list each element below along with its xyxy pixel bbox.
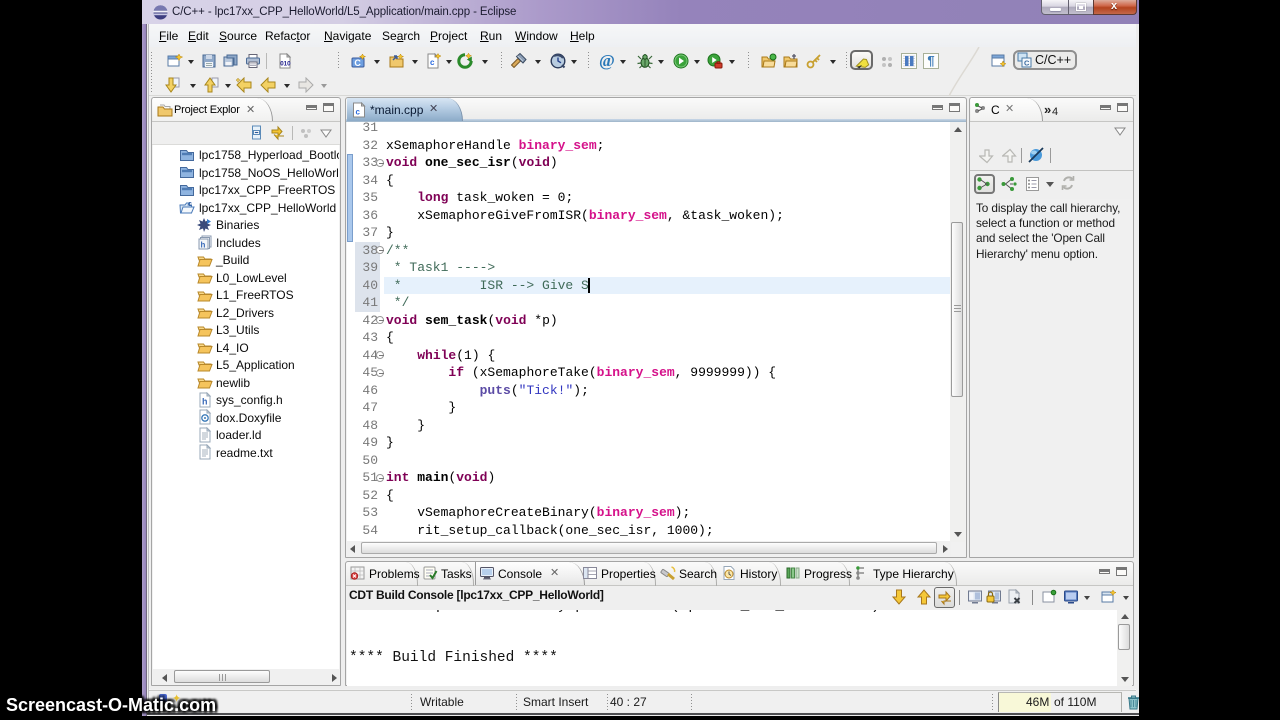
svg-text:c: c	[430, 58, 435, 67]
svg-text:c: c	[356, 108, 361, 117]
svg-text:h: h	[202, 396, 208, 406]
svg-text:C: C	[354, 58, 361, 68]
svg-text:h: h	[201, 241, 206, 250]
svg-text:c: c	[188, 201, 192, 208]
svg-text:010: 010	[280, 61, 291, 68]
